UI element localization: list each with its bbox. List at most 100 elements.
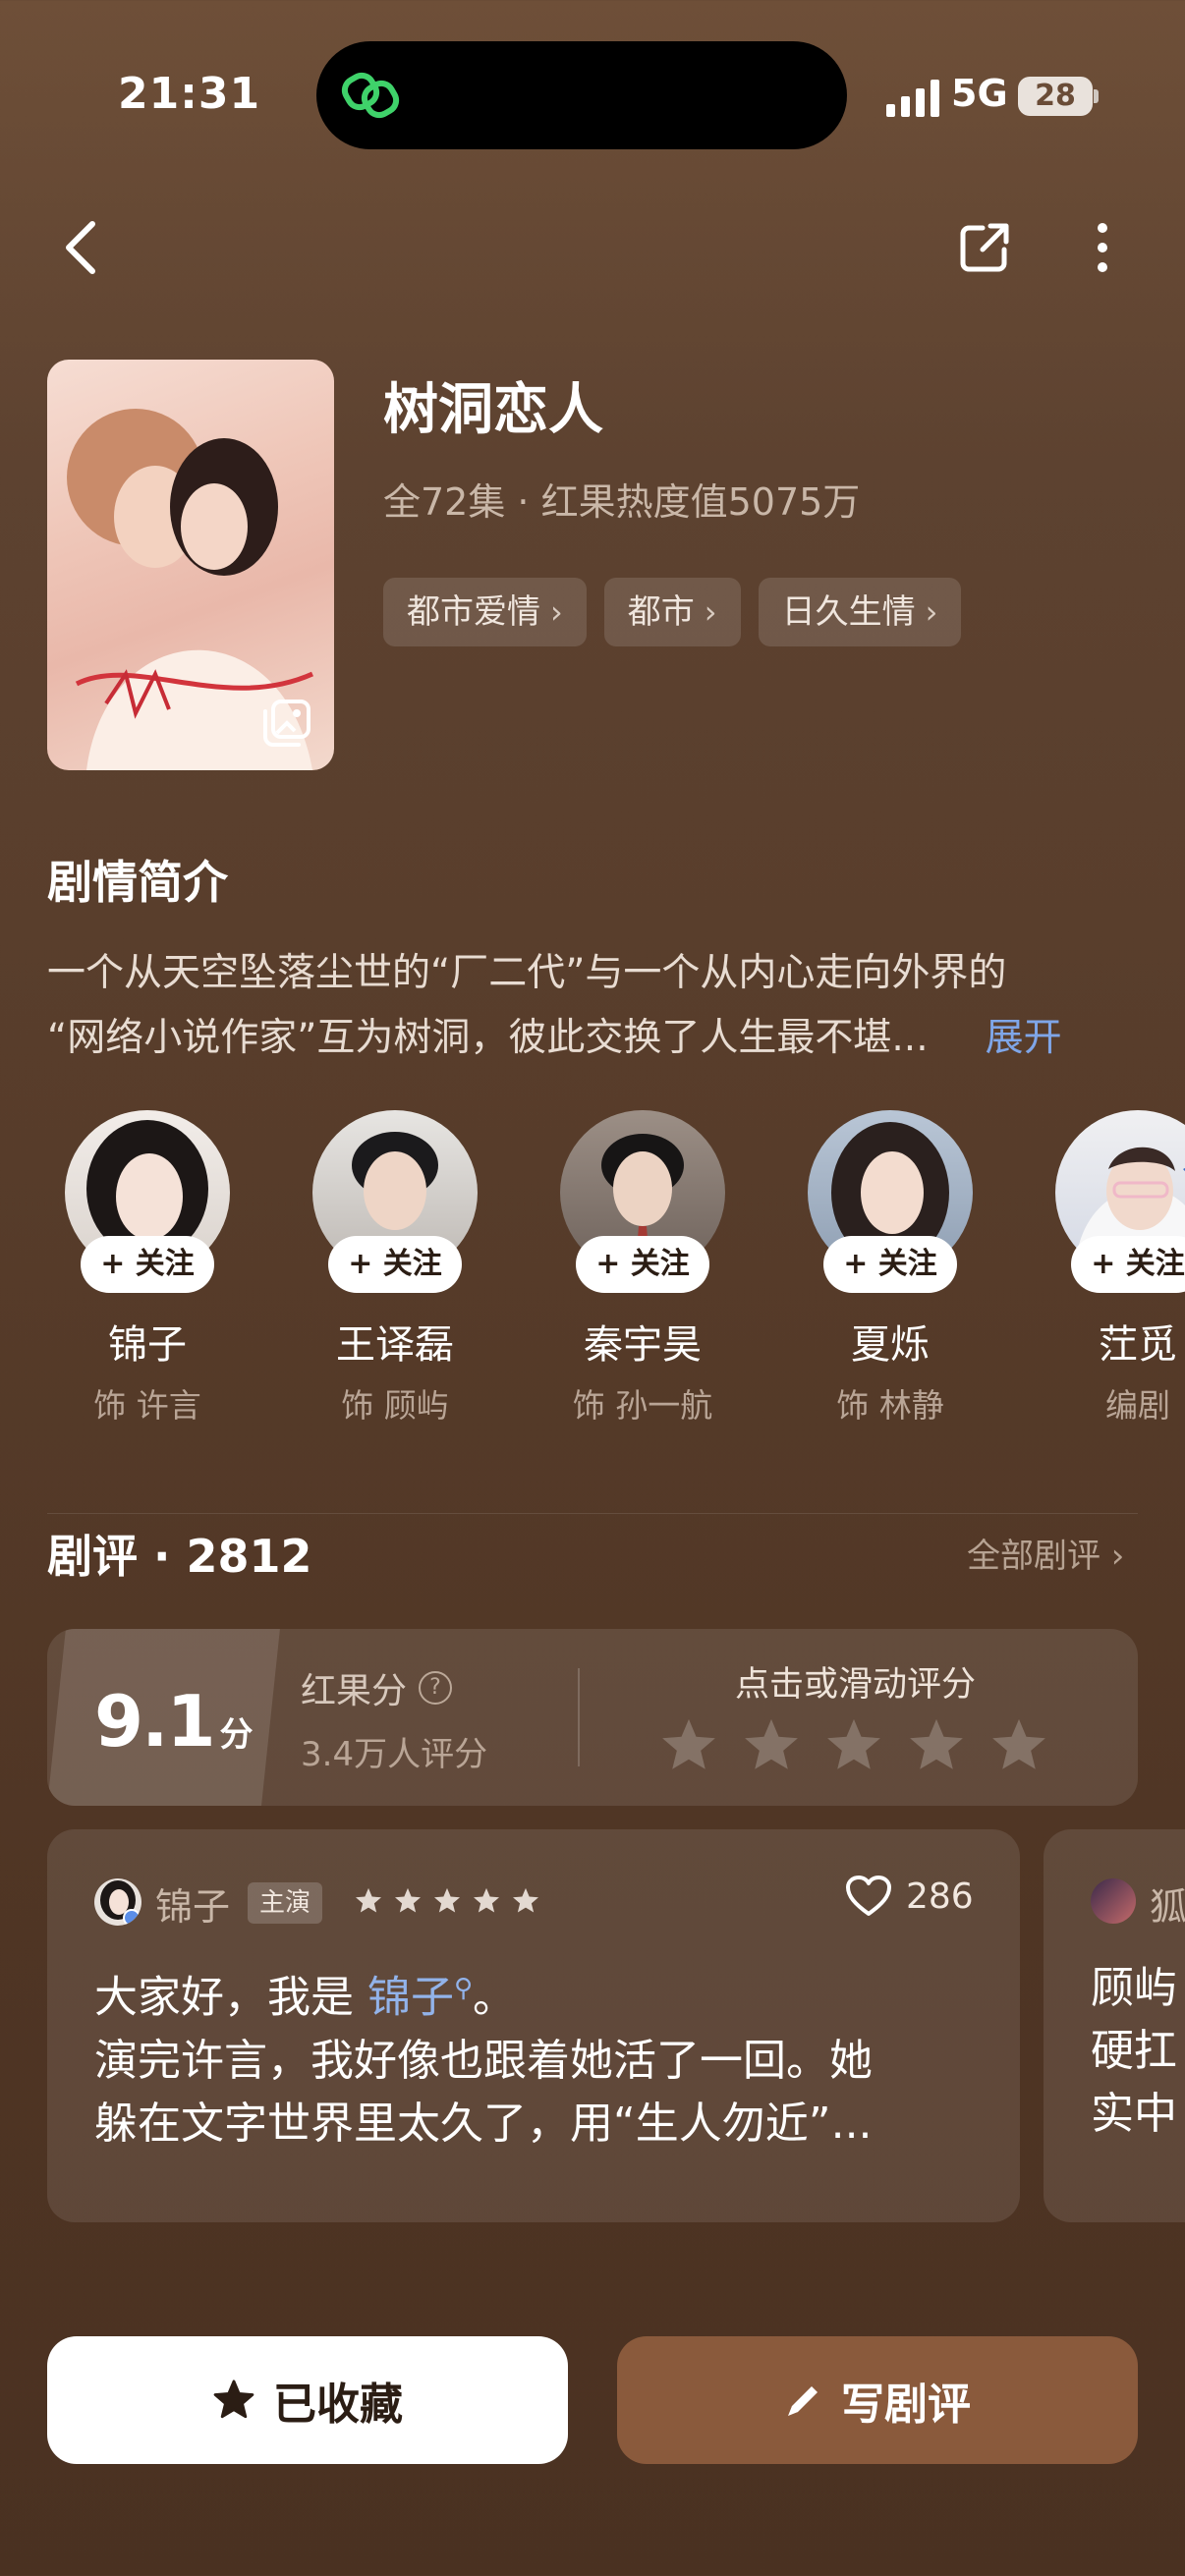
favorite-button[interactable]: 已收藏	[47, 2336, 568, 2464]
like-count: 286	[906, 1876, 974, 1917]
pencil-icon	[788, 2386, 818, 2416]
favorite-label: 已收藏	[273, 2380, 403, 2430]
cast-list: + 关注 锦子 饰 许言 + 关注 王译磊 饰 顾屿 + 关注 秦宇昊 饰 孙一…	[47, 1110, 1185, 1427]
synopsis-line-2: “网络小说作家”互为树洞，彼此交换了人生最不堪... 展开	[47, 1006, 1148, 1071]
review-author[interactable]: 锦子	[155, 1876, 230, 1931]
follow-button[interactable]: + 关注	[576, 1236, 709, 1293]
rate-star-icon[interactable]	[988, 1715, 1049, 1776]
search-icon: ⚲	[454, 1974, 474, 2003]
share-icon	[960, 223, 1009, 272]
review-line-2: 演完许言，我好像也跟着她活了一回。她	[94, 2035, 873, 2086]
write-review-button[interactable]: 写剧评	[617, 2336, 1138, 2464]
cast-member[interactable]: + 关注 茳觅 编剧	[1038, 1110, 1185, 1427]
avatar[interactable]	[1091, 1878, 1136, 1924]
review-line-1: 大家好，我是 锦子⚲。	[94, 1957, 979, 2030]
review-star-icon	[395, 1887, 421, 1913]
gallery-icon	[263, 700, 310, 747]
rating-stars[interactable]	[658, 1715, 1049, 1776]
synopsis-line: “网络小说作家”互为树洞，彼此交换了人生最不堪...	[47, 1016, 929, 1060]
reviews-title: 剧评 · 2812	[47, 1530, 312, 1583]
review-text: 顾屿 硬扛 实中	[1091, 1957, 1177, 2146]
drama-title: 树洞恋人	[383, 378, 603, 442]
review-line-2: 硬扛	[1091, 2026, 1177, 2076]
cast-name: 锦子	[108, 1322, 187, 1368]
score-unit: 分	[219, 1715, 254, 1755]
heart-icon	[846, 1876, 891, 1916]
like-button[interactable]: 286	[845, 1875, 974, 1918]
chevron-right-icon: ›	[704, 593, 717, 631]
write-review-label: 写剧评	[841, 2380, 971, 2430]
score-label-text: 红果分	[301, 1671, 408, 1711]
share-button[interactable]	[947, 208, 1022, 287]
rate-star-icon[interactable]	[741, 1715, 802, 1776]
score-label: 红果分?	[301, 1662, 453, 1713]
avatar-portrait	[100, 1880, 141, 1926]
review-text: 大家好，我是 锦子⚲。 演完许言，我好像也跟着她活了一回。她 躲在文字世界里太久…	[94, 1957, 979, 2156]
follow-button[interactable]: + 关注	[328, 1236, 462, 1293]
battery-tip	[1094, 89, 1099, 103]
genre-tags: 都市爱情 › 都市 › 日久生情 ›	[383, 578, 962, 646]
follow-button[interactable]: + 关注	[1071, 1236, 1185, 1293]
rate-star-icon[interactable]	[906, 1715, 967, 1776]
cast-role: 饰 许言	[93, 1386, 201, 1425]
score-separator	[578, 1668, 580, 1766]
chevron-right-icon: ›	[925, 593, 938, 631]
cast-name: 王译磊	[336, 1322, 454, 1368]
score-number: 9.1	[94, 1680, 216, 1763]
tag-chip[interactable]: 都市 ›	[603, 578, 741, 646]
rating-card: 9.1 分 红果分? 3.4万人评分 点击或滑动评分	[47, 1629, 1138, 1806]
cast-member[interactable]: + 关注 秦宇昊 饰 孙一航	[542, 1110, 743, 1427]
rate-star-icon[interactable]	[823, 1715, 884, 1776]
link-icon	[341, 72, 400, 119]
review-star-icon	[356, 1887, 381, 1913]
review-card[interactable]: 锦子 主演 286 大家好，我是 锦子⚲。 演完许言，我好像也跟着她活了一回。她…	[47, 1829, 1020, 2222]
tag-chip[interactable]: 日久生情 ›	[758, 578, 962, 646]
synopsis-title: 剧情简介	[47, 856, 228, 909]
expand-link[interactable]: 展开	[986, 1016, 1062, 1060]
mention-link[interactable]: 锦子	[367, 1973, 454, 2023]
synopsis-line: 一个从天空坠落尘世的“厂二代”与一个从内心走向外界的	[47, 951, 1007, 995]
network-type: 5G	[951, 72, 1008, 115]
drama-meta: 全72集 · 红果热度值5075万	[383, 480, 861, 524]
review-star-icon	[474, 1887, 499, 1913]
cast-role: 饰 顾屿	[341, 1386, 449, 1425]
cast-role: 饰 孙一航	[572, 1386, 713, 1425]
avatar[interactable]	[94, 1878, 141, 1926]
status-time: 21:31	[118, 69, 261, 119]
review-card[interactable]: 狐 顾屿 硬扛 实中	[1044, 1829, 1185, 2222]
cast-role: 编剧	[1105, 1386, 1170, 1425]
more-vertical-icon	[1098, 223, 1107, 272]
chevron-right-icon: ›	[550, 593, 563, 631]
dynamic-island	[316, 41, 847, 149]
rate-star-icon[interactable]	[658, 1715, 719, 1776]
chevron-left-icon	[66, 221, 95, 274]
tag-chip[interactable]: 都市爱情 ›	[383, 578, 587, 646]
score-count: 3.4万人评分	[301, 1735, 488, 1774]
review-greeting: 大家好，我是	[94, 1972, 367, 2023]
all-reviews-link[interactable]: 全部剧评 ›	[967, 1529, 1124, 1577]
score-value: 9.1 分	[94, 1680, 254, 1763]
review-line-3: 躲在文字世界里太久了，用“生人勿近”...	[94, 2098, 873, 2149]
rate-hint: 点击或滑动评分	[735, 1665, 977, 1705]
star-icon	[213, 2380, 254, 2419]
drama-poster[interactable]	[47, 360, 334, 770]
cast-member[interactable]: + 关注 锦子 饰 许言	[47, 1110, 248, 1427]
review-line-1: 顾屿	[1091, 1963, 1177, 2013]
cast-role: 饰 林静	[836, 1386, 944, 1425]
cast-member[interactable]: + 关注 王译磊 饰 顾屿	[295, 1110, 495, 1427]
tag-label: 日久生情	[781, 592, 916, 632]
synopsis-text: 一个从天空坠落尘世的“厂二代”与一个从内心走向外界的 “网络小说作家”互为树洞，…	[47, 941, 1148, 1071]
follow-button[interactable]: + 关注	[81, 1236, 214, 1293]
cast-name: 茳觅	[1099, 1322, 1177, 1368]
follow-button[interactable]: + 关注	[823, 1236, 957, 1293]
back-button[interactable]	[51, 208, 110, 287]
tag-label: 都市	[627, 592, 695, 632]
help-icon[interactable]: ?	[419, 1671, 453, 1705]
section-divider	[47, 1513, 1138, 1514]
more-options-button[interactable]	[1071, 208, 1134, 287]
review-author[interactable]: 狐	[1150, 1876, 1185, 1931]
cast-member[interactable]: + 关注 夏烁 饰 林静	[790, 1110, 990, 1427]
review-star-icon	[513, 1887, 538, 1913]
cast-name: 秦宇昊	[584, 1322, 702, 1368]
cast-name: 夏烁	[851, 1322, 930, 1368]
